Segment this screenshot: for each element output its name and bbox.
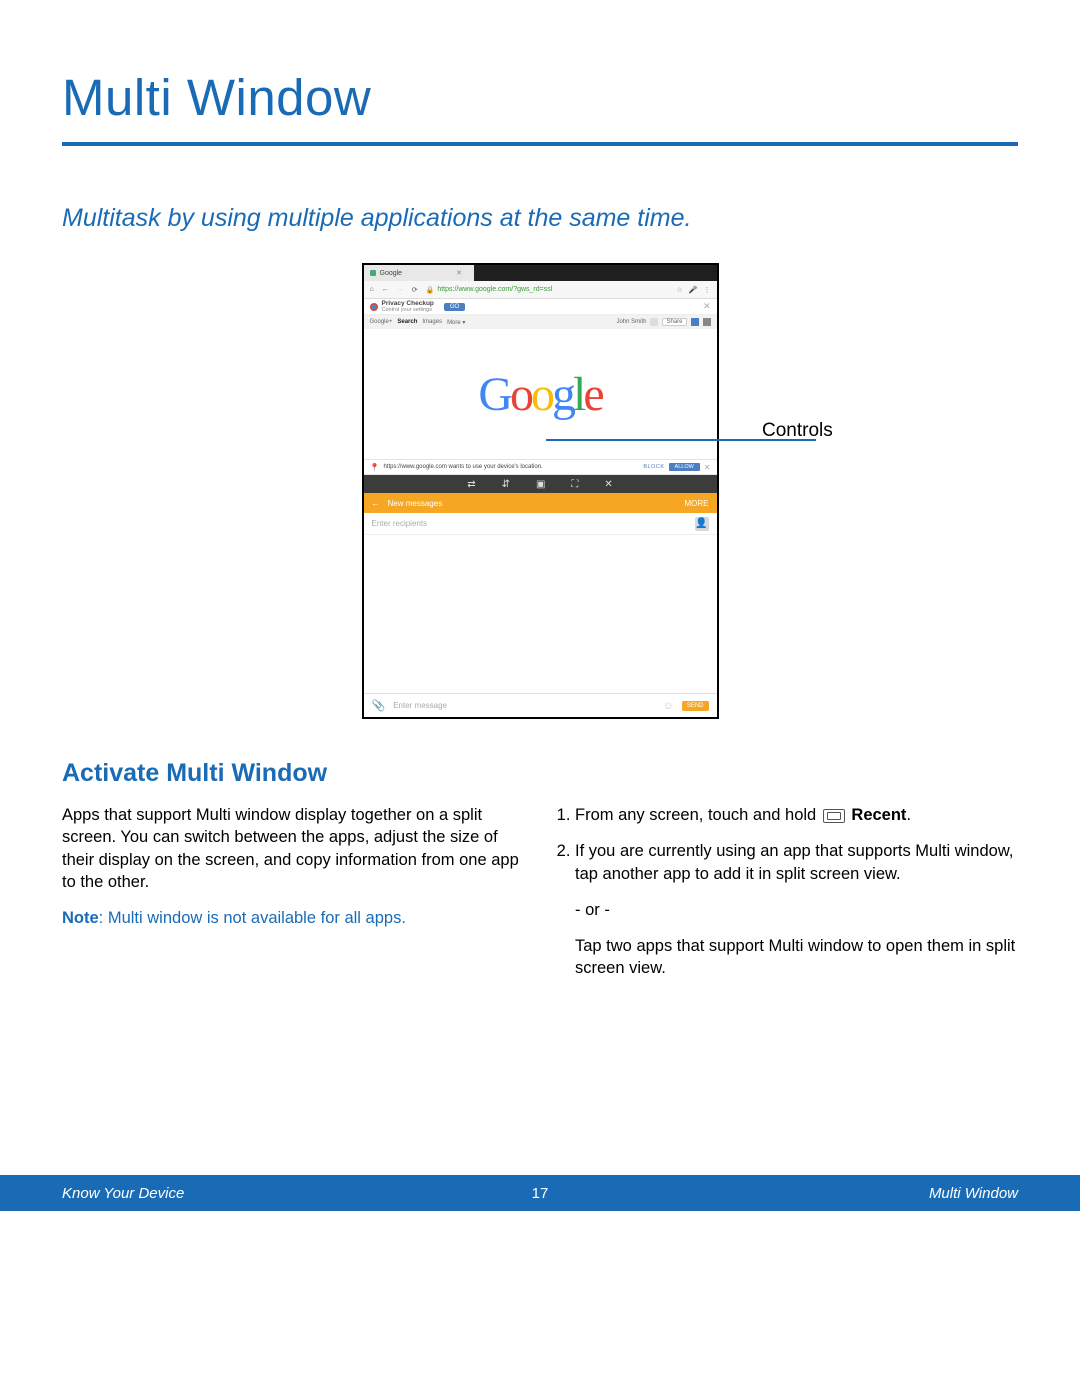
recipients-placeholder: Enter recipients bbox=[372, 519, 428, 528]
close-icon: ✕ bbox=[704, 463, 711, 472]
device-screenshot: Google ✕ ⌂ ← → ⟳ 🔒 https://www.google.co… bbox=[362, 263, 719, 719]
step-2b: Tap two apps that support Multi window t… bbox=[575, 937, 1015, 977]
close-icon: ✕ bbox=[703, 301, 711, 312]
send-button: SEND bbox=[682, 701, 709, 711]
lock-icon: 🔒 bbox=[426, 286, 435, 294]
section-heading: Activate Multi Window bbox=[62, 759, 1018, 788]
multiwindow-controls-bar: ⇄ ⇵ ▣ ⛶ ✕ bbox=[364, 475, 717, 493]
forward-icon: → bbox=[397, 286, 404, 293]
nav-item: Google+ bbox=[370, 319, 393, 326]
apps-icon bbox=[691, 318, 699, 326]
nav-item: More ▾ bbox=[447, 319, 465, 326]
mic-icon: 🎤 bbox=[689, 286, 698, 294]
go-button: GO bbox=[444, 303, 465, 311]
intro-paragraph: Apps that support Multi window display t… bbox=[62, 804, 525, 893]
right-column: From any screen, touch and hold Recent. … bbox=[555, 804, 1018, 994]
messages-header: ← New messages MORE bbox=[364, 493, 717, 513]
pin-icon: 📍 bbox=[370, 463, 380, 472]
swap-icon: ⇄ bbox=[467, 479, 475, 490]
nav-item: Images bbox=[422, 319, 442, 326]
browser-tab: Google ✕ bbox=[370, 269, 462, 277]
note-paragraph: Note: Multi window is not available for … bbox=[62, 907, 525, 929]
steps-list: From any screen, touch and hold Recent. … bbox=[555, 804, 1018, 980]
tab-label: Google bbox=[380, 270, 403, 277]
footer-page-number: 17 bbox=[532, 1185, 549, 1202]
page-title: Multi Window bbox=[62, 68, 1018, 127]
privacy-icon bbox=[370, 303, 378, 311]
content-columns: Apps that support Multi window display t… bbox=[62, 804, 1018, 994]
more-button: MORE bbox=[685, 499, 709, 508]
callout-label: Controls bbox=[762, 420, 833, 442]
page-footer: Know Your Device 17 Multi Window bbox=[0, 1175, 1080, 1211]
step-1: From any screen, touch and hold Recent. bbox=[575, 804, 1018, 826]
note-prefix: Note bbox=[62, 909, 99, 927]
privacy-checkup-bar: Privacy Checkup Control your settings GO… bbox=[364, 299, 717, 315]
or-separator: - or - bbox=[575, 899, 1018, 921]
nav-item-active: Search bbox=[397, 319, 417, 326]
url-text: https://www.google.com/?gws_rd=ssl bbox=[437, 286, 552, 293]
emoji-icon: ☺ bbox=[663, 700, 674, 712]
google-nav-bar: Google+ Search Images More ▾ John Smith … bbox=[364, 315, 717, 329]
block-button: BLOCK bbox=[643, 464, 664, 470]
drag-icon: ⇵ bbox=[502, 479, 510, 490]
message-input-bar: 📎 Enter message ☺ SEND bbox=[364, 693, 717, 717]
notification-icon bbox=[703, 318, 711, 326]
recent-icon bbox=[823, 809, 845, 823]
user-name: John Smith bbox=[616, 319, 646, 325]
figure-area: Google ✕ ⌂ ← → ⟳ 🔒 https://www.google.co… bbox=[62, 263, 1018, 719]
google-logo: Google bbox=[478, 367, 601, 422]
page-subtitle: Multitask by using multiple applications… bbox=[62, 204, 1018, 233]
messages-title: New messages bbox=[388, 499, 443, 508]
minimize-icon: ▣ bbox=[536, 479, 545, 490]
avatar-icon bbox=[650, 318, 658, 326]
footer-right: Multi Window bbox=[929, 1185, 1018, 1202]
privacy-subtitle: Control your settings bbox=[382, 307, 434, 313]
recent-label: Recent bbox=[851, 806, 906, 824]
note-body: : Multi window is not available for all … bbox=[99, 909, 406, 927]
browser-url-bar: ⌂ ← → ⟳ 🔒 https://www.google.com/?gws_rd… bbox=[364, 281, 717, 299]
reload-icon: ⟳ bbox=[412, 286, 418, 294]
back-icon: ← bbox=[382, 286, 389, 293]
browser-tab-bar: Google ✕ bbox=[364, 265, 717, 281]
location-permission-bar: 📍 https://www.google.com wants to use yo… bbox=[364, 459, 717, 475]
message-placeholder: Enter message bbox=[393, 701, 654, 710]
menu-icon: ⋮ bbox=[704, 286, 711, 294]
allow-button: ALLOW bbox=[669, 463, 700, 471]
close-icon: ✕ bbox=[604, 479, 612, 490]
star-icon: ☆ bbox=[677, 286, 683, 294]
tab-close-icon: ✕ bbox=[456, 269, 462, 277]
contact-icon: 👤 bbox=[695, 517, 709, 531]
share-button: Share bbox=[662, 318, 686, 326]
message-body-area bbox=[364, 535, 717, 693]
home-icon: ⌂ bbox=[370, 286, 374, 293]
maximize-icon: ⛶ bbox=[571, 479, 578, 490]
recipients-field: Enter recipients 👤 bbox=[364, 513, 717, 535]
footer-left: Know Your Device bbox=[62, 1185, 184, 1202]
favicon-icon bbox=[370, 270, 376, 276]
back-icon: ← bbox=[372, 499, 380, 508]
left-column: Apps that support Multi window display t… bbox=[62, 804, 525, 994]
location-text: https://www.google.com wants to use your… bbox=[383, 464, 639, 470]
title-divider bbox=[62, 142, 1018, 146]
attachment-icon: 📎 bbox=[372, 699, 386, 712]
step-2: If you are currently using an app that s… bbox=[575, 840, 1018, 979]
privacy-title: Privacy Checkup bbox=[382, 300, 434, 307]
